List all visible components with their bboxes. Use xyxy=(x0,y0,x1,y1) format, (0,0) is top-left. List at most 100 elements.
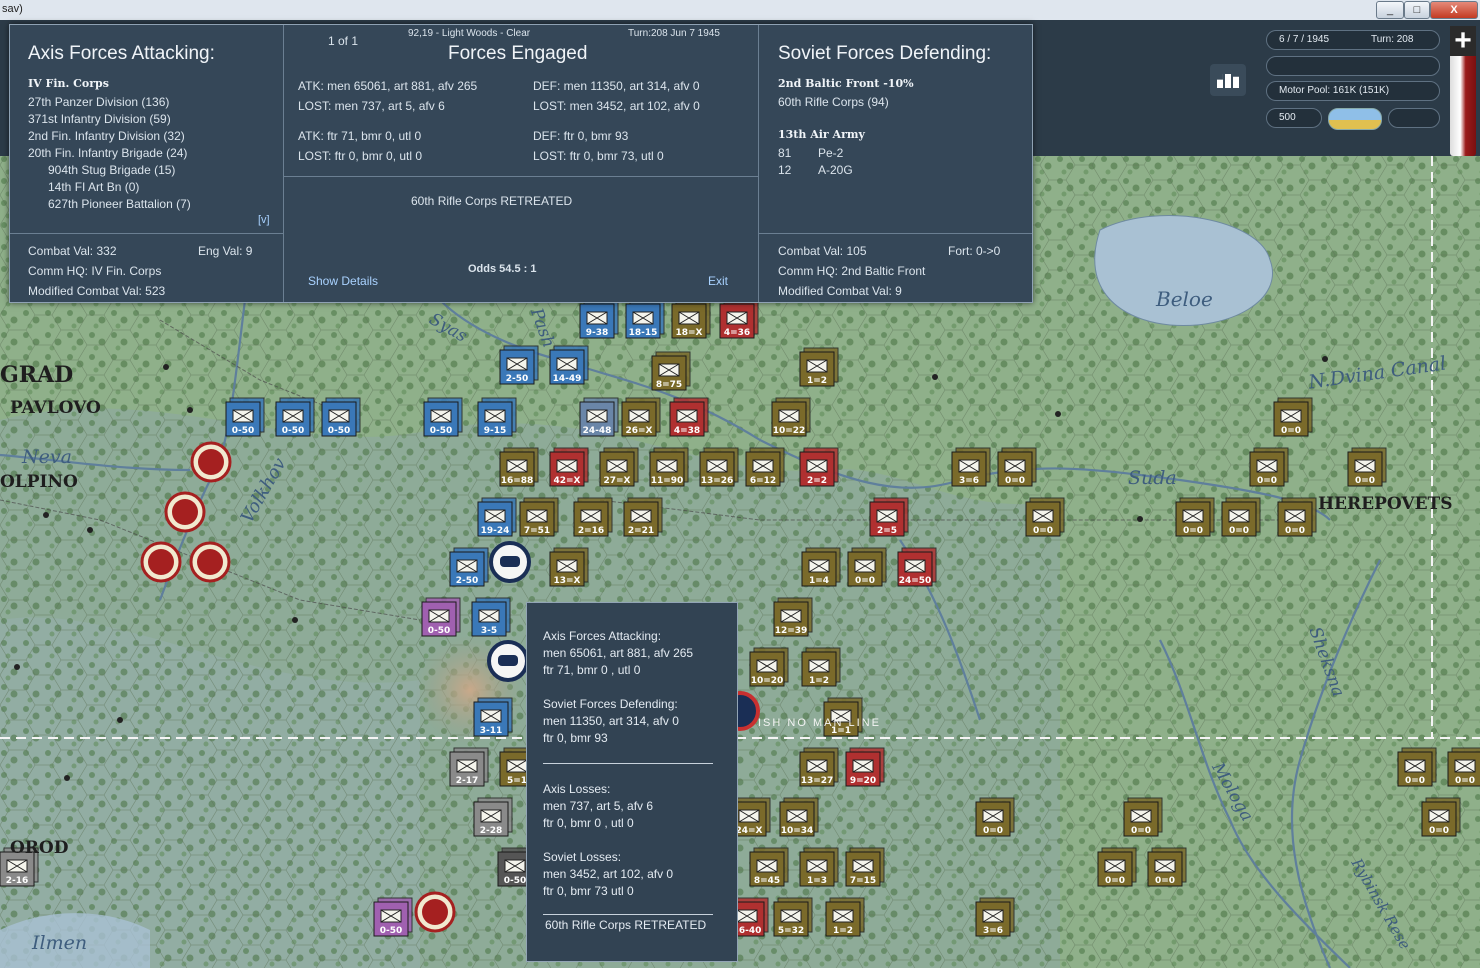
unit-counter[interactable]: 4=38 xyxy=(669,397,709,437)
unit-counter[interactable]: 6=12 xyxy=(745,447,785,487)
zoom-slider[interactable]: + xyxy=(1450,26,1476,156)
unit-counter[interactable]: 18-15 xyxy=(625,299,665,339)
unit-counter[interactable]: 16=88 xyxy=(499,447,539,487)
unit-counter[interactable]: 8=45 xyxy=(749,847,789,887)
attacker-unit[interactable]: 27th Panzer Division (136) xyxy=(28,95,169,109)
unit-counter[interactable]: 9-15 xyxy=(477,397,517,437)
unit-counter[interactable]: 0=0 xyxy=(1397,747,1437,787)
unit-counter[interactable]: 2=16 xyxy=(573,497,613,537)
tooltip-defend-title: Soviet Forces Defending: xyxy=(543,697,678,711)
unit-counter[interactable]: 1=4 xyxy=(801,547,841,587)
unit-counter[interactable]: 2-50 xyxy=(499,345,539,385)
unit-counter[interactable]: 1=3 xyxy=(799,847,839,887)
attacker-unit[interactable]: 2nd Fin. Infantry Division (32) xyxy=(28,129,185,143)
unit-counter[interactable]: 7=15 xyxy=(845,847,885,887)
unit-counter[interactable]: 3-11 xyxy=(473,697,513,737)
attacker-subunit[interactable]: 14th FI Art Bn (0) xyxy=(48,180,139,194)
maximize-button[interactable]: □ xyxy=(1404,1,1430,19)
tooltip-axis-loss-ground: men 737, art 5, afv 6 xyxy=(543,799,654,813)
unit-counter[interactable]: 0=0 xyxy=(1249,447,1289,487)
attacker-comm-hq: Comm HQ: IV Fin. Corps xyxy=(28,264,162,278)
unit-counter-label: 8=75 xyxy=(656,380,682,390)
unit-counter[interactable]: 10=34 xyxy=(779,797,819,837)
unit-counter[interactable]: 8=75 xyxy=(651,351,691,391)
unit-counter-label: 0=0 xyxy=(1405,776,1425,786)
unit-counter[interactable]: 13=26 xyxy=(699,447,739,487)
unit-counter[interactable]: 9=20 xyxy=(845,747,885,787)
unit-counter[interactable]: 2-28 xyxy=(473,797,513,837)
unit-counter[interactable]: 11=90 xyxy=(649,447,689,487)
unit-counter-label: 4=38 xyxy=(674,426,700,436)
unit-counter[interactable]: 2-17 xyxy=(449,747,489,787)
unit-counter[interactable]: 24-48 xyxy=(579,397,619,437)
attacker-unit[interactable]: 371st Infantry Division (59) xyxy=(28,112,171,126)
chart-button[interactable] xyxy=(1210,64,1246,96)
unit-counter[interactable]: 1=2 xyxy=(801,647,841,687)
unit-counter[interactable]: 2=21 xyxy=(623,497,663,537)
unit-counter[interactable]: 26=X xyxy=(621,397,661,437)
unit-counter[interactable]: 9-38 xyxy=(579,299,619,339)
unit-counter[interactable]: 0=0 xyxy=(1147,847,1187,887)
attacker-subunit[interactable]: 904th Stug Brigade (15) xyxy=(48,163,175,177)
unit-counter[interactable]: 3=6 xyxy=(975,897,1015,937)
unit-counter[interactable]: 0=0 xyxy=(1221,497,1261,537)
unit-counter[interactable]: 5=32 xyxy=(773,897,813,937)
unit-counter[interactable]: 13=27 xyxy=(799,747,839,787)
unit-counter[interactable]: 2-50 xyxy=(449,547,489,587)
unit-counter[interactable]: 13=X xyxy=(549,547,589,587)
unit-counter[interactable]: 0-50 xyxy=(275,397,315,437)
unit-counter[interactable]: 0=0 xyxy=(1447,747,1480,787)
unit-counter[interactable]: 0=0 xyxy=(1175,497,1215,537)
close-button[interactable]: X xyxy=(1430,1,1478,19)
minimize-button[interactable]: _ xyxy=(1376,1,1404,19)
defender-unit[interactable]: 60th Rifle Corps (94) xyxy=(778,95,889,109)
unit-counter[interactable]: 0=0 xyxy=(1273,397,1313,437)
unit-counter[interactable]: 2=2 xyxy=(799,447,839,487)
unit-counter[interactable]: 3=6 xyxy=(951,447,991,487)
unit-counter[interactable]: 0=0 xyxy=(847,547,887,587)
unit-counter[interactable]: 19-24 xyxy=(477,497,517,537)
unit-counter[interactable]: 0-50 xyxy=(321,397,361,437)
empty-slot[interactable] xyxy=(1388,108,1440,128)
attacker-subunit[interactable]: 627th Pioneer Battalion (7) xyxy=(48,197,191,211)
unit-counter[interactable]: 24=50 xyxy=(897,547,937,587)
map-label-ilmen: Ilmen xyxy=(32,932,88,954)
unit-counter[interactable]: 0=0 xyxy=(1421,797,1461,837)
unit-counter[interactable]: 42=X xyxy=(549,447,589,487)
unit-counter[interactable]: 14-49 xyxy=(549,345,589,385)
unit-counter[interactable]: 0=0 xyxy=(1347,447,1387,487)
attacker-corps: IV Fin. Corps xyxy=(28,77,109,90)
unit-counter[interactable]: 7=51 xyxy=(519,497,559,537)
attacker-unit[interactable]: 20th Fin. Infantry Brigade (24) xyxy=(28,146,187,160)
unit-counter[interactable]: 0-50 xyxy=(373,897,413,937)
unit-counter[interactable]: 1=2 xyxy=(799,347,839,387)
unit-counter[interactable]: 3-5 xyxy=(471,597,511,637)
unit-counter[interactable]: 10=20 xyxy=(749,647,789,687)
unit-counter[interactable]: 2=5 xyxy=(869,497,909,537)
show-details-link[interactable]: Show Details xyxy=(308,274,378,288)
unit-counter[interactable]: 1=2 xyxy=(825,897,865,937)
unit-counter[interactable]: 0-50 xyxy=(423,397,463,437)
unit-counter-label: 0=0 xyxy=(1033,526,1053,536)
unit-counter[interactable]: 12=39 xyxy=(773,597,813,637)
unit-counter[interactable]: 0=0 xyxy=(997,447,1037,487)
weather-icon[interactable] xyxy=(1328,108,1382,130)
unit-counter[interactable]: 0=0 xyxy=(975,797,1015,837)
unit-counter-label: 19-24 xyxy=(481,526,510,536)
unit-counter[interactable]: 27=X xyxy=(599,447,639,487)
exit-button[interactable]: Exit xyxy=(708,274,728,288)
unit-counter[interactable]: 10=22 xyxy=(771,397,811,437)
unit-counter[interactable]: 0=0 xyxy=(1277,497,1317,537)
unit-counter[interactable]: 0-50 xyxy=(421,597,461,637)
unit-counter[interactable]: 4=36 xyxy=(719,299,759,339)
zoom-in-button[interactable]: + xyxy=(1450,26,1476,56)
unit-counter[interactable]: 0=0 xyxy=(1097,847,1137,887)
unit-counter-label: 2-50 xyxy=(506,374,529,384)
unit-counter[interactable]: 0=0 xyxy=(1123,797,1163,837)
unit-counter[interactable]: 0-50 xyxy=(225,397,265,437)
unit-counter-label: 24=50 xyxy=(899,576,932,586)
expand-toggle[interactable]: [v] xyxy=(258,214,270,226)
unit-counter[interactable]: 0=0 xyxy=(1025,497,1065,537)
unit-counter-label: 0=0 xyxy=(1285,526,1305,536)
unit-counter[interactable]: 18=X xyxy=(671,299,711,339)
